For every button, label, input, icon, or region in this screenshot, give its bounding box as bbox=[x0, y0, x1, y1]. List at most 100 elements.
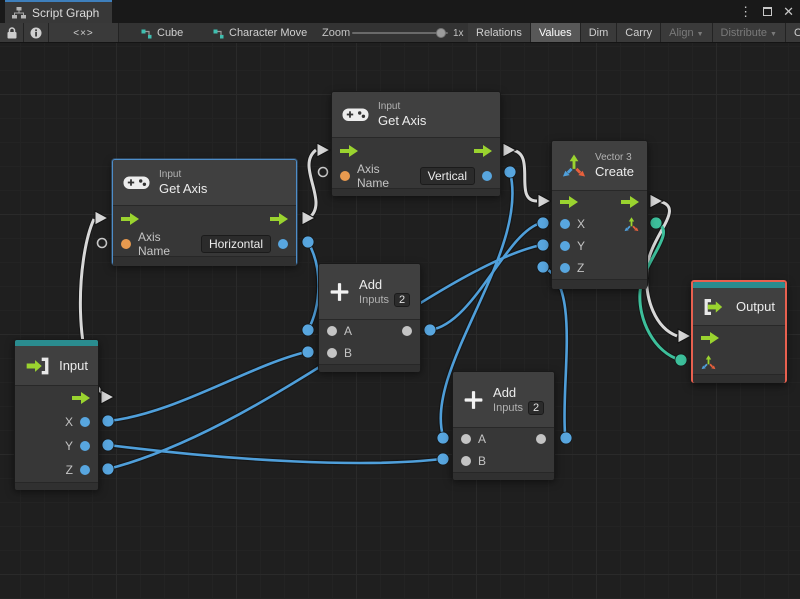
node-title: Output bbox=[735, 299, 775, 314]
breadcrumb-character-move[interactable]: Character Move bbox=[213, 23, 307, 42]
dropdown-label: Distribute bbox=[720, 27, 768, 39]
sum-port-icon[interactable] bbox=[536, 434, 546, 444]
tab-script-graph[interactable]: Script Graph bbox=[5, 0, 113, 23]
gamepad-icon bbox=[123, 176, 150, 189]
node-title: Add bbox=[493, 384, 517, 400]
port-label: A bbox=[478, 432, 487, 446]
value-port-icon[interactable] bbox=[327, 348, 337, 358]
z-row: Z bbox=[15, 458, 98, 482]
port-label: Y bbox=[64, 439, 73, 453]
value-port-icon[interactable] bbox=[327, 326, 337, 336]
axis-name-row: Axis Name Vertical bbox=[332, 162, 500, 190]
node-add-2[interactable]: Add Inputs 2 A B bbox=[452, 371, 555, 480]
flow-arrow-icon bbox=[621, 196, 639, 208]
port-label: Z bbox=[65, 463, 73, 477]
toggle-values[interactable]: Values bbox=[530, 23, 581, 42]
toggle-carry[interactable]: Carry bbox=[617, 23, 662, 42]
vector3-port-icon[interactable] bbox=[624, 216, 639, 232]
node-category: Vector 3 bbox=[595, 152, 632, 163]
zoom-slider-knob[interactable] bbox=[436, 28, 446, 38]
float-port-icon[interactable] bbox=[80, 417, 90, 427]
node-title: Add bbox=[359, 276, 383, 292]
toggle-label: Relations bbox=[476, 27, 522, 39]
menu-icon[interactable]: ⋮ bbox=[739, 5, 752, 18]
breadcrumb-label: Cube bbox=[157, 27, 184, 39]
flow-row bbox=[552, 191, 647, 213]
vector3-port-icon[interactable] bbox=[701, 354, 716, 370]
float-port-icon[interactable] bbox=[80, 465, 90, 475]
value-port-icon[interactable] bbox=[461, 456, 471, 466]
zoom-slider-track[interactable] bbox=[352, 32, 448, 34]
port-label: Y bbox=[577, 239, 586, 253]
distribute-dropdown[interactable]: Distribute ▼ bbox=[712, 23, 786, 42]
toggle-label: Overview bbox=[794, 27, 800, 39]
lock-button[interactable] bbox=[0, 23, 24, 42]
node-get-axis-vertical[interactable]: Input Get Axis Axis Name Vertical bbox=[331, 91, 501, 196]
vector-row bbox=[693, 350, 785, 374]
float-port-icon[interactable] bbox=[560, 241, 570, 251]
node-title: Get Axis bbox=[159, 181, 208, 196]
sum-port-icon[interactable] bbox=[402, 326, 412, 336]
toggle-label: Values bbox=[538, 27, 572, 39]
node-footer bbox=[15, 482, 98, 490]
flow-arrow-icon bbox=[270, 213, 288, 225]
tab-title: Script Graph bbox=[32, 5, 100, 20]
toggle-overview[interactable]: Overview bbox=[785, 23, 800, 42]
node-footer bbox=[319, 364, 420, 372]
node-header: Add Inputs 2 bbox=[319, 264, 420, 320]
chevron-down-icon: ▼ bbox=[696, 30, 704, 38]
node-header: Vector 3 Create bbox=[552, 141, 647, 191]
node-output[interactable]: Output bbox=[691, 280, 787, 383]
close-icon[interactable]: ✕ bbox=[783, 5, 794, 18]
maximize-icon[interactable] bbox=[763, 7, 773, 16]
align-dropdown[interactable]: Align ▼ bbox=[661, 23, 713, 42]
string-port-icon[interactable] bbox=[121, 239, 131, 249]
node-header: Input bbox=[15, 346, 98, 386]
input-b-row: B bbox=[319, 342, 420, 364]
value-port-icon[interactable] bbox=[461, 434, 471, 444]
toggle-label: Dim bbox=[588, 27, 609, 39]
float-port-icon[interactable] bbox=[278, 239, 288, 249]
variables-icon: <×> bbox=[73, 27, 94, 39]
output-icon bbox=[704, 298, 723, 315]
port-label: B bbox=[478, 454, 487, 468]
toggle-relations[interactable]: Relations bbox=[468, 23, 531, 42]
node-get-axis-horizontal[interactable]: Input Get Axis Axis Name Horizontal bbox=[112, 159, 297, 266]
node-input[interactable]: Input X Y Z bbox=[14, 339, 99, 490]
flow-row bbox=[332, 138, 500, 164]
port-label: Axis Name bbox=[138, 230, 171, 258]
node-header: Input Get Axis bbox=[332, 92, 500, 138]
x-row: X bbox=[15, 410, 98, 434]
port-label: B bbox=[344, 346, 353, 360]
flow-arrow-icon bbox=[121, 213, 139, 225]
node-header: Input Get Axis bbox=[113, 160, 296, 206]
float-port-icon[interactable] bbox=[560, 263, 570, 273]
flow-arrow-icon bbox=[72, 392, 90, 404]
flow-arrow-icon bbox=[560, 196, 578, 208]
float-port-icon[interactable] bbox=[560, 219, 570, 229]
axis-name-input[interactable]: Horizontal bbox=[200, 235, 271, 253]
lock-icon bbox=[7, 27, 16, 39]
dropdown-label: Align bbox=[669, 27, 694, 39]
float-port-icon[interactable] bbox=[80, 441, 90, 451]
inputs-count-input[interactable]: 2 bbox=[394, 292, 410, 307]
toggle-dim[interactable]: Dim bbox=[580, 23, 618, 42]
variables-button[interactable]: <×> bbox=[49, 23, 119, 42]
node-add-1[interactable]: Add Inputs 2 A B bbox=[318, 263, 421, 372]
node-category: Input bbox=[378, 101, 401, 112]
flow-arrow-icon bbox=[340, 145, 358, 157]
y-row: Y bbox=[15, 434, 98, 458]
inputs-count-input[interactable]: 2 bbox=[528, 400, 544, 415]
input-icon bbox=[26, 357, 49, 374]
axis-name-input[interactable]: Vertical bbox=[419, 167, 475, 185]
node-title: Input bbox=[59, 358, 88, 373]
input-a-row: A bbox=[319, 320, 420, 342]
port-label: Axis Name bbox=[357, 162, 390, 190]
inputs-label: Inputs bbox=[359, 293, 389, 306]
vector3-icon bbox=[562, 153, 586, 177]
float-port-icon[interactable] bbox=[482, 171, 492, 181]
info-button[interactable] bbox=[24, 23, 49, 42]
breadcrumb-cube[interactable]: Cube bbox=[141, 23, 184, 42]
string-port-icon[interactable] bbox=[340, 171, 350, 181]
node-vector3-create[interactable]: Vector 3 Create X Y Z bbox=[551, 140, 648, 289]
